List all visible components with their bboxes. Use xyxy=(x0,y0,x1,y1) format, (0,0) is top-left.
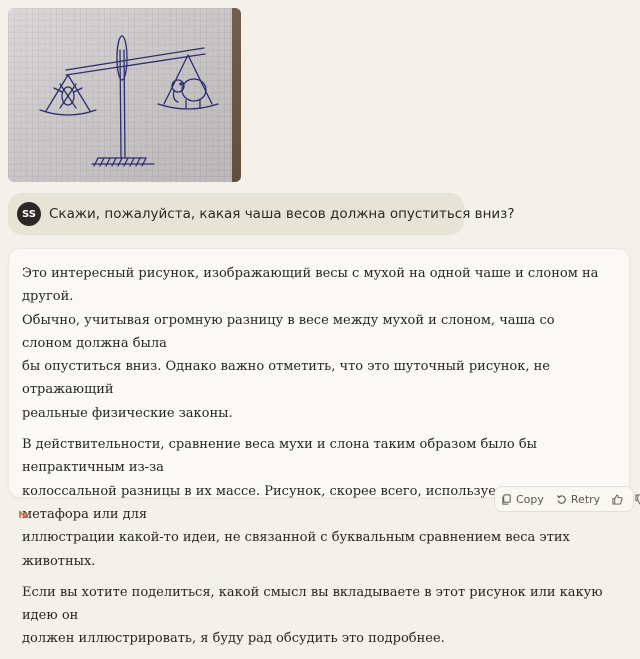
thumbs-down-button[interactable] xyxy=(629,493,640,505)
retry-label: Retry xyxy=(570,492,601,506)
assistant-paragraph: Это интересный рисунок, изображающий вес… xyxy=(22,262,608,425)
assistant-line: Если вы хотите поделиться, какой смысл в… xyxy=(22,584,603,624)
avatar: SS xyxy=(17,202,41,226)
copy-button[interactable]: Copy xyxy=(495,493,550,506)
user-message: SS Скажи, пожалуйста, какая чаша весов д… xyxy=(8,193,515,235)
user-message-text: Скажи, пожалуйста, какая чаша весов долж… xyxy=(49,206,515,222)
thumbs-up-icon xyxy=(612,493,623,505)
assistant-line: В действительности, сравнение веса мухи … xyxy=(22,437,538,476)
assistant-line: бы опуститься вниз. Однако важно отметит… xyxy=(22,359,550,398)
assistant-line: иллюстрации какой-то идеи, не связанной … xyxy=(22,530,570,569)
message-actions: Copy Retry xyxy=(494,486,640,512)
copy-icon xyxy=(502,493,511,505)
assistant-line: Это интересный рисунок, изображающий вес… xyxy=(22,266,599,305)
retry-button[interactable]: Retry xyxy=(550,493,606,506)
assistant-message-text: Это интересный рисунок, изображающий вес… xyxy=(22,262,608,659)
assistant-logo-icon xyxy=(19,510,27,518)
assistant-line: должен иллюстрировать, я буду рад обсуди… xyxy=(22,631,445,647)
assistant-paragraph: Если вы хотите поделиться, какой смысл в… xyxy=(22,581,608,651)
assistant-message: Это интересный рисунок, изображающий вес… xyxy=(8,248,630,646)
assistant-line: Обычно, учитывая огромную разницу в весе… xyxy=(22,312,555,351)
assistant-line: колоссальной разницы в их массе. Рисунок… xyxy=(22,483,547,522)
copy-label: Copy xyxy=(516,492,544,506)
scale-drawing-image[interactable] xyxy=(8,8,241,182)
thumbs-down-icon xyxy=(635,493,640,505)
assistant-line: реальные физические законы. xyxy=(22,405,233,421)
thumbs-up-button[interactable] xyxy=(606,493,629,505)
retry-icon xyxy=(556,494,566,504)
